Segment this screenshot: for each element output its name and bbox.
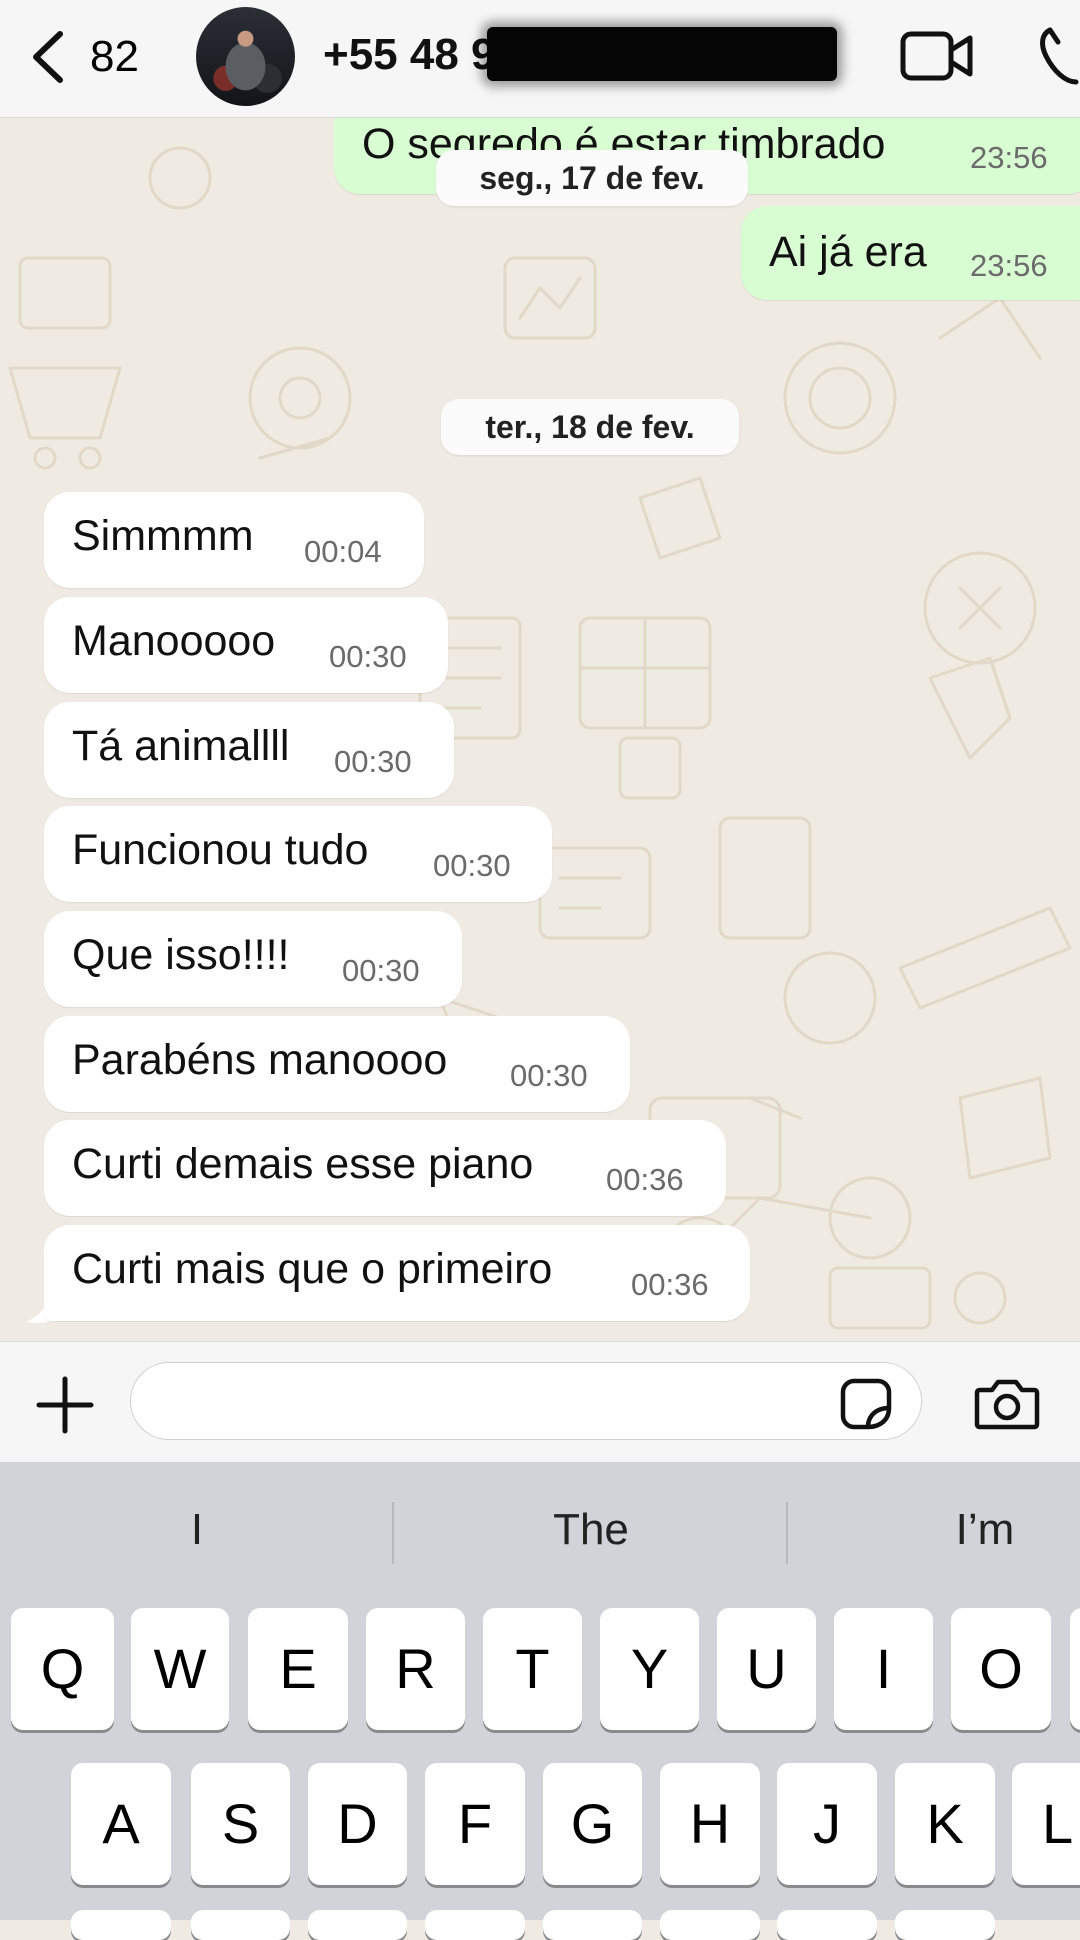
camera-button[interactable] <box>974 1378 1040 1435</box>
message-time: 23:56 <box>970 140 1048 175</box>
message-text: Parabéns manoooo <box>72 1036 448 1084</box>
redacted-phone-number <box>487 27 837 81</box>
key-row3-partial[interactable] <box>660 1910 760 1940</box>
message-received[interactable]: Tá animallll 00:30 <box>44 702 454 798</box>
suggestion-item[interactable]: I <box>0 1494 394 1566</box>
key-i[interactable]: I <box>834 1608 933 1730</box>
message-time: 00:04 <box>304 534 382 569</box>
message-received[interactable]: Parabéns manoooo 00:30 <box>44 1016 630 1112</box>
message-time: 00:30 <box>334 744 412 779</box>
message-text: Curti mais que o primeiro <box>72 1245 553 1293</box>
message-text: Funcionou tudo <box>72 826 369 874</box>
key-a[interactable]: A <box>71 1763 171 1885</box>
message-received[interactable]: Curti demais esse piano 00:36 <box>44 1120 726 1216</box>
message-sent[interactable]: Ai já era 23:56 <box>741 206 1080 300</box>
sticker-icon <box>840 1378 892 1430</box>
key-e[interactable]: E <box>248 1608 348 1730</box>
key-f[interactable]: F <box>425 1763 525 1885</box>
message-text: Ai já era <box>769 228 927 276</box>
message-text: Tá animallll <box>72 722 290 770</box>
key-o[interactable]: O <box>951 1608 1051 1730</box>
key-j[interactable]: J <box>777 1763 877 1885</box>
chevron-left-icon <box>33 31 63 83</box>
back-button[interactable]: 82 <box>30 22 139 92</box>
contact-avatar[interactable] <box>196 7 295 106</box>
date-separator: ter., 18 de fev. <box>441 399 739 455</box>
key-k[interactable]: K <box>895 1763 995 1885</box>
key-row3-partial[interactable] <box>895 1910 995 1940</box>
video-call-button[interactable] <box>900 30 974 87</box>
message-time: 23:56 <box>970 248 1048 283</box>
phone-icon <box>1040 27 1079 85</box>
plus-icon <box>36 1376 94 1434</box>
date-separator: seg., 17 de fev. <box>436 150 748 206</box>
key-q[interactable]: Q <box>11 1608 114 1730</box>
video-camera-icon <box>900 31 973 81</box>
key-row3-partial[interactable] <box>543 1910 642 1940</box>
suggestion-item[interactable]: The <box>394 1494 788 1566</box>
message-text: Manooooo <box>72 617 276 665</box>
suggestion-bar: I The I’m <box>0 1494 1080 1566</box>
key-row3-partial[interactable] <box>777 1910 877 1940</box>
key-y[interactable]: Y <box>600 1608 699 1730</box>
suggestion-item[interactable]: I’m <box>788 1494 1080 1566</box>
voice-call-button[interactable] <box>1036 26 1080 91</box>
message-text: Que isso!!!! <box>72 931 290 979</box>
camera-icon <box>974 1379 1040 1430</box>
contact-name[interactable]: +55 48 9 <box>323 30 496 80</box>
key-s[interactable]: S <box>191 1763 290 1885</box>
key-row3-partial[interactable] <box>425 1910 525 1940</box>
attach-button[interactable] <box>36 1376 94 1439</box>
key-t[interactable]: T <box>483 1608 582 1730</box>
chat-header: 82 +55 48 9 <box>0 0 1080 118</box>
message-text: Curti demais esse piano <box>72 1140 534 1188</box>
key-l[interactable]: L <box>1012 1763 1080 1885</box>
key-row3-partial[interactable] <box>71 1910 171 1940</box>
key-row3-partial[interactable] <box>308 1910 407 1940</box>
chat-area[interactable]: O segredo é estar timbrado 23:56 seg., 1… <box>0 118 1080 1340</box>
message-time: 00:30 <box>329 639 407 674</box>
sticker-button[interactable] <box>840 1378 892 1435</box>
key-u[interactable]: U <box>717 1608 816 1730</box>
message-time: 00:36 <box>631 1267 709 1302</box>
message-time: 00:36 <box>606 1162 684 1197</box>
message-received[interactable]: Simmmm 00:04 <box>44 492 424 588</box>
message-time: 00:30 <box>510 1058 588 1093</box>
key-p[interactable]: P <box>1070 1608 1080 1730</box>
key-w[interactable]: W <box>131 1608 229 1730</box>
key-d[interactable]: D <box>308 1763 407 1885</box>
message-composer <box>0 1341 1080 1463</box>
message-text: Simmmm <box>72 512 254 560</box>
key-row3-partial[interactable] <box>191 1910 290 1940</box>
key-g[interactable]: G <box>543 1763 642 1885</box>
key-h[interactable]: H <box>660 1763 760 1885</box>
keyboard: I The I’m Q W E R T Y U I O P A S D F G … <box>0 1462 1080 1940</box>
key-r[interactable]: R <box>366 1608 465 1730</box>
message-received[interactable]: Manooooo 00:30 <box>44 597 448 693</box>
message-received[interactable]: Curti mais que o primeiro 00:36 <box>44 1225 750 1321</box>
message-received[interactable]: Funcionou tudo 00:30 <box>44 806 552 902</box>
unread-count: 82 <box>90 32 139 81</box>
message-time: 00:30 <box>433 848 511 883</box>
message-input[interactable] <box>130 1362 922 1440</box>
message-received[interactable]: Que isso!!!! 00:30 <box>44 911 462 1007</box>
message-time: 00:30 <box>342 953 420 988</box>
